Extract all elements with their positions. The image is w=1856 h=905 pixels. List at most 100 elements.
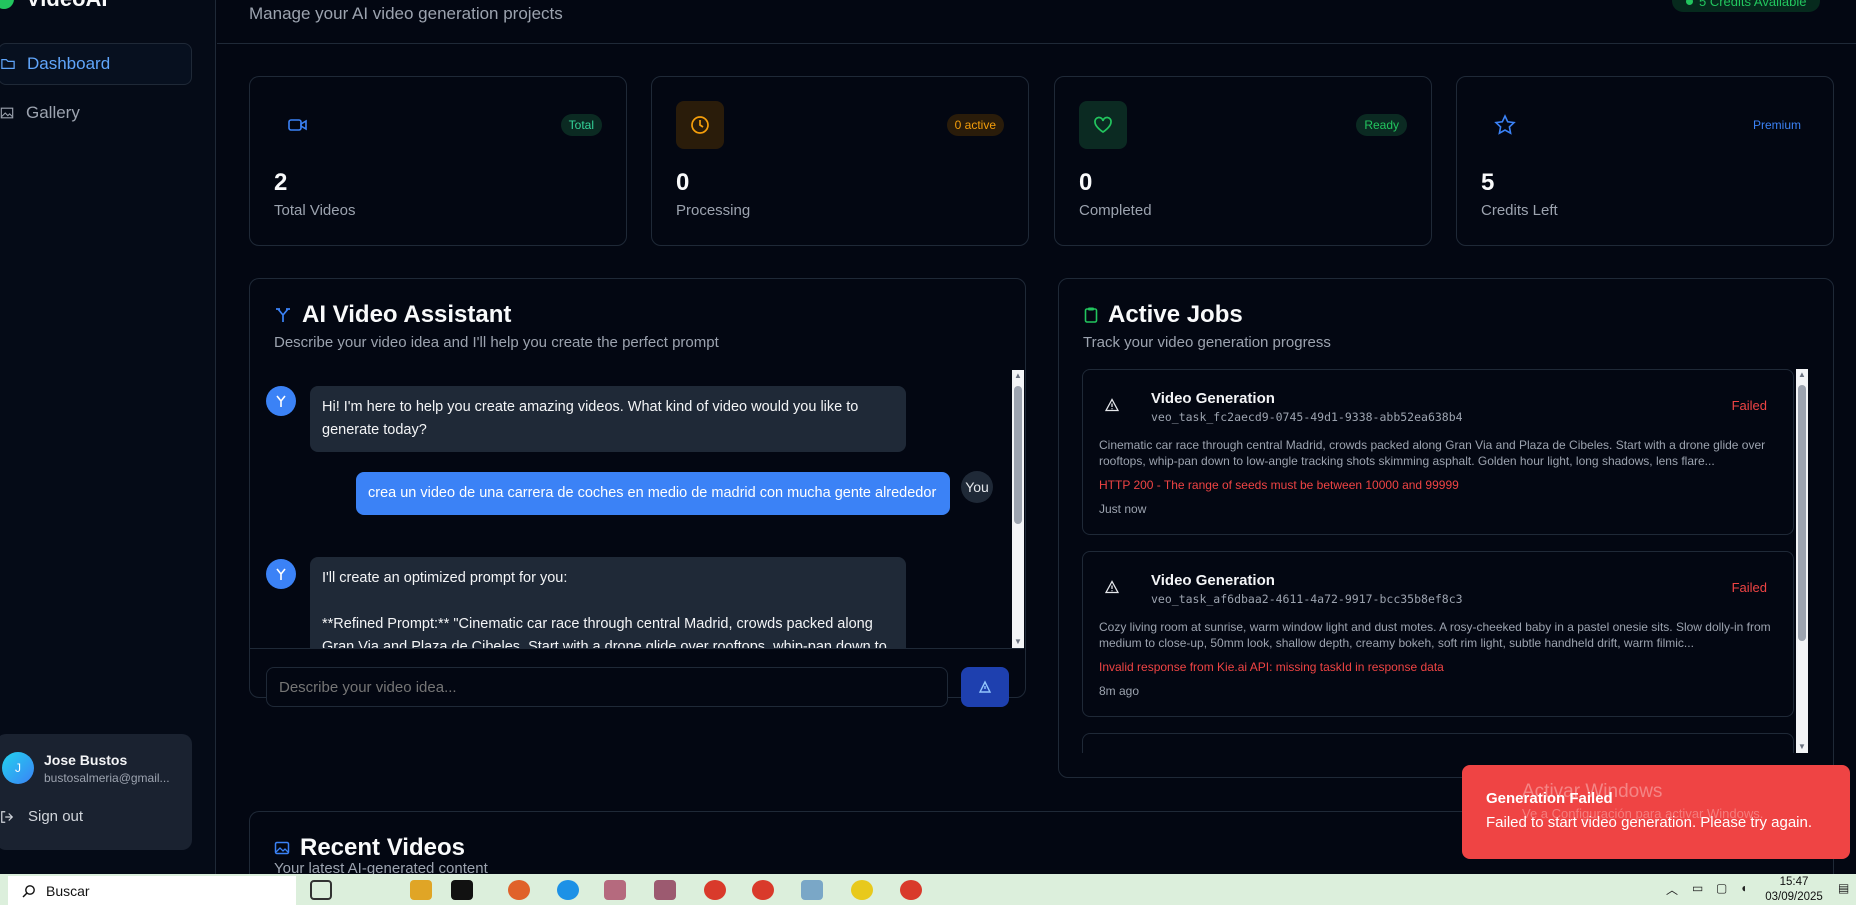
- image-icon: [0, 107, 14, 119]
- app-icon[interactable]: [604, 880, 626, 900]
- search-icon: [22, 885, 35, 898]
- job-error: HTTP 200 - The range of seeds must be be…: [1099, 478, 1459, 492]
- credits-badge-label: 5 Credits Available: [1699, 0, 1807, 9]
- chrome-icon[interactable]: [900, 880, 922, 900]
- chevron-up-icon[interactable]: ︿: [1666, 881, 1678, 898]
- sidebar-item-gallery[interactable]: Gallery: [0, 92, 192, 134]
- stat-card-processing: 0 active 0 Processing: [651, 76, 1029, 246]
- chat-message-bot: Hi! I'm here to help you create amazing …: [310, 386, 906, 452]
- scroll-up-icon[interactable]: ▲: [1796, 369, 1808, 381]
- sign-out-icon: [1, 810, 14, 823]
- ubuntu-icon[interactable]: [508, 880, 530, 900]
- job-card[interactable]: Video Generation veo_task_af6dbaa2-4611-…: [1082, 551, 1794, 717]
- chat-divider: [250, 648, 1024, 649]
- chat-input[interactable]: [266, 667, 948, 707]
- avatar: J: [2, 752, 34, 784]
- status-dot-icon: [1686, 0, 1693, 5]
- job-title: Video Generation: [1151, 390, 1275, 407]
- chat-message-line: **Refined Prompt:** "Cinematic car race …: [322, 616, 887, 648]
- sidebar-item-label: Dashboard: [27, 54, 111, 73]
- stat-card-total: Total 2 Total Videos: [249, 76, 627, 246]
- user-email: bustosalmeria@gmail...: [44, 771, 170, 785]
- job-description: Cinematic car race through central Madri…: [1099, 438, 1766, 468]
- job-card[interactable]: Video Generation veo_task_fc2aecd9-0745-…: [1082, 369, 1794, 535]
- send-icon: [978, 680, 992, 693]
- image-icon: [274, 841, 290, 855]
- docker-icon[interactable]: [557, 880, 579, 900]
- header-divider: [217, 43, 1856, 44]
- job-description: Cozy living room at sunrise, warm window…: [1099, 620, 1771, 650]
- brand-logo-icon: [0, 0, 14, 9]
- stat-badge: Ready: [1356, 114, 1407, 136]
- user-card[interactable]: J Jose Bustos bustosalmeria@gmail... Sig…: [0, 734, 192, 850]
- jobs-scrollbar[interactable]: ▲ ▼: [1796, 369, 1808, 753]
- taskbar-search[interactable]: Buscar: [8, 876, 296, 905]
- job-time: 8m ago: [1099, 684, 1140, 698]
- activation-watermark: Activar Windows: [1522, 781, 1663, 802]
- display-icon[interactable]: ▢: [1716, 881, 1727, 895]
- jobs-list[interactable]: Video Generation veo_task_fc2aecd9-0745-…: [1082, 369, 1796, 753]
- file-explorer-icon[interactable]: [410, 880, 432, 900]
- chat-messages[interactable]: Hi! I'm here to help you create amazing …: [250, 370, 1014, 648]
- scroll-up-icon[interactable]: ▲: [1012, 370, 1024, 382]
- job-card[interactable]: [1082, 733, 1794, 753]
- folder-icon: [1, 59, 15, 69]
- activation-watermark-sub: Ve a Configuración para activar Windows.: [1522, 806, 1764, 821]
- chat-scrollbar[interactable]: ▲ ▼: [1012, 370, 1024, 648]
- volume-icon[interactable]: ◖: [1740, 881, 1747, 895]
- jobs-title-label: Active Jobs: [1108, 301, 1243, 328]
- chat-message-user: crea un video de una carrera de coches e…: [356, 472, 950, 515]
- page-subtitle: Manage your AI video generation projects: [249, 4, 563, 23]
- app-icon[interactable]: [801, 880, 823, 900]
- stat-badge: 0 active: [946, 114, 1004, 136]
- assistant-title: AI Video Assistant: [274, 301, 511, 329]
- scroll-down-icon[interactable]: ▼: [1796, 741, 1808, 753]
- job-id: veo_task_fc2aecd9-0745-49d1-9338-abb52ea…: [1151, 410, 1463, 424]
- job-id: veo_task_af6dbaa2-4611-4a72-9917-bcc35b8…: [1151, 592, 1463, 606]
- bot-avatar-icon: [266, 386, 296, 416]
- heart-icon: [1079, 101, 1127, 149]
- video-camera-icon: [274, 101, 322, 149]
- scroll-thumb[interactable]: [1798, 385, 1806, 641]
- network-icon[interactable]: ▭: [1692, 881, 1703, 895]
- sparkle-icon: [276, 308, 290, 322]
- chrome-icon[interactable]: [704, 880, 726, 900]
- taskbar: Buscar ︿ ▭ ▢ ◖ 15:47 03/09/2025 ▤: [0, 874, 1856, 905]
- brand-name: VideoAI: [26, 0, 108, 12]
- scroll-down-icon[interactable]: ▼: [1012, 636, 1024, 648]
- brand: VideoAI: [0, 0, 108, 12]
- clock-icon: [676, 101, 724, 149]
- stat-label: Total Videos: [274, 202, 356, 219]
- send-button[interactable]: [961, 667, 1009, 707]
- app-icon[interactable]: [451, 880, 473, 900]
- app-icon[interactable]: [654, 880, 676, 900]
- stat-card-completed: Ready 0 Completed: [1054, 76, 1432, 246]
- chrome-icon[interactable]: [752, 880, 774, 900]
- status-badge: Failed: [1731, 580, 1767, 595]
- clipboard-icon: [1084, 307, 1098, 323]
- sidebar-item-dashboard[interactable]: Dashboard: [0, 43, 192, 85]
- stat-value: 2: [274, 169, 288, 196]
- chat-message-bot: I'll create an optimized prompt for you:…: [310, 557, 906, 648]
- stat-badge: Total: [560, 114, 602, 136]
- notification-icon[interactable]: ▤: [1838, 881, 1849, 895]
- taskbar-clock[interactable]: 15:47 03/09/2025: [1754, 875, 1834, 905]
- stat-badge: Premium: [1752, 118, 1801, 132]
- task-view-icon[interactable]: [310, 880, 332, 900]
- star-icon: [1481, 101, 1529, 149]
- taskbar-search-label: Buscar: [46, 883, 90, 899]
- user-badge: You: [961, 471, 993, 503]
- recent-title: Recent Videos: [274, 834, 465, 862]
- job-time: Just now: [1099, 502, 1147, 516]
- scroll-thumb[interactable]: [1014, 386, 1022, 524]
- credits-badge: 5 Credits Available: [1672, 0, 1821, 12]
- clock-date: 03/09/2025: [1765, 891, 1823, 903]
- chat-message-line: I'll create an optimized prompt for you:: [322, 570, 568, 586]
- job-error: Invalid response from Kie.ai API: missin…: [1099, 660, 1444, 674]
- sidebar: VideoAI Dashboard Gallery J Jose Bustos …: [0, 0, 216, 874]
- assistant-title-label: AI Video Assistant: [302, 301, 512, 328]
- sign-out-label: Sign out: [28, 808, 84, 825]
- jobs-title: Active Jobs: [1084, 301, 1243, 329]
- app-icon[interactable]: [851, 880, 873, 900]
- sign-out-button[interactable]: Sign out: [0, 808, 83, 825]
